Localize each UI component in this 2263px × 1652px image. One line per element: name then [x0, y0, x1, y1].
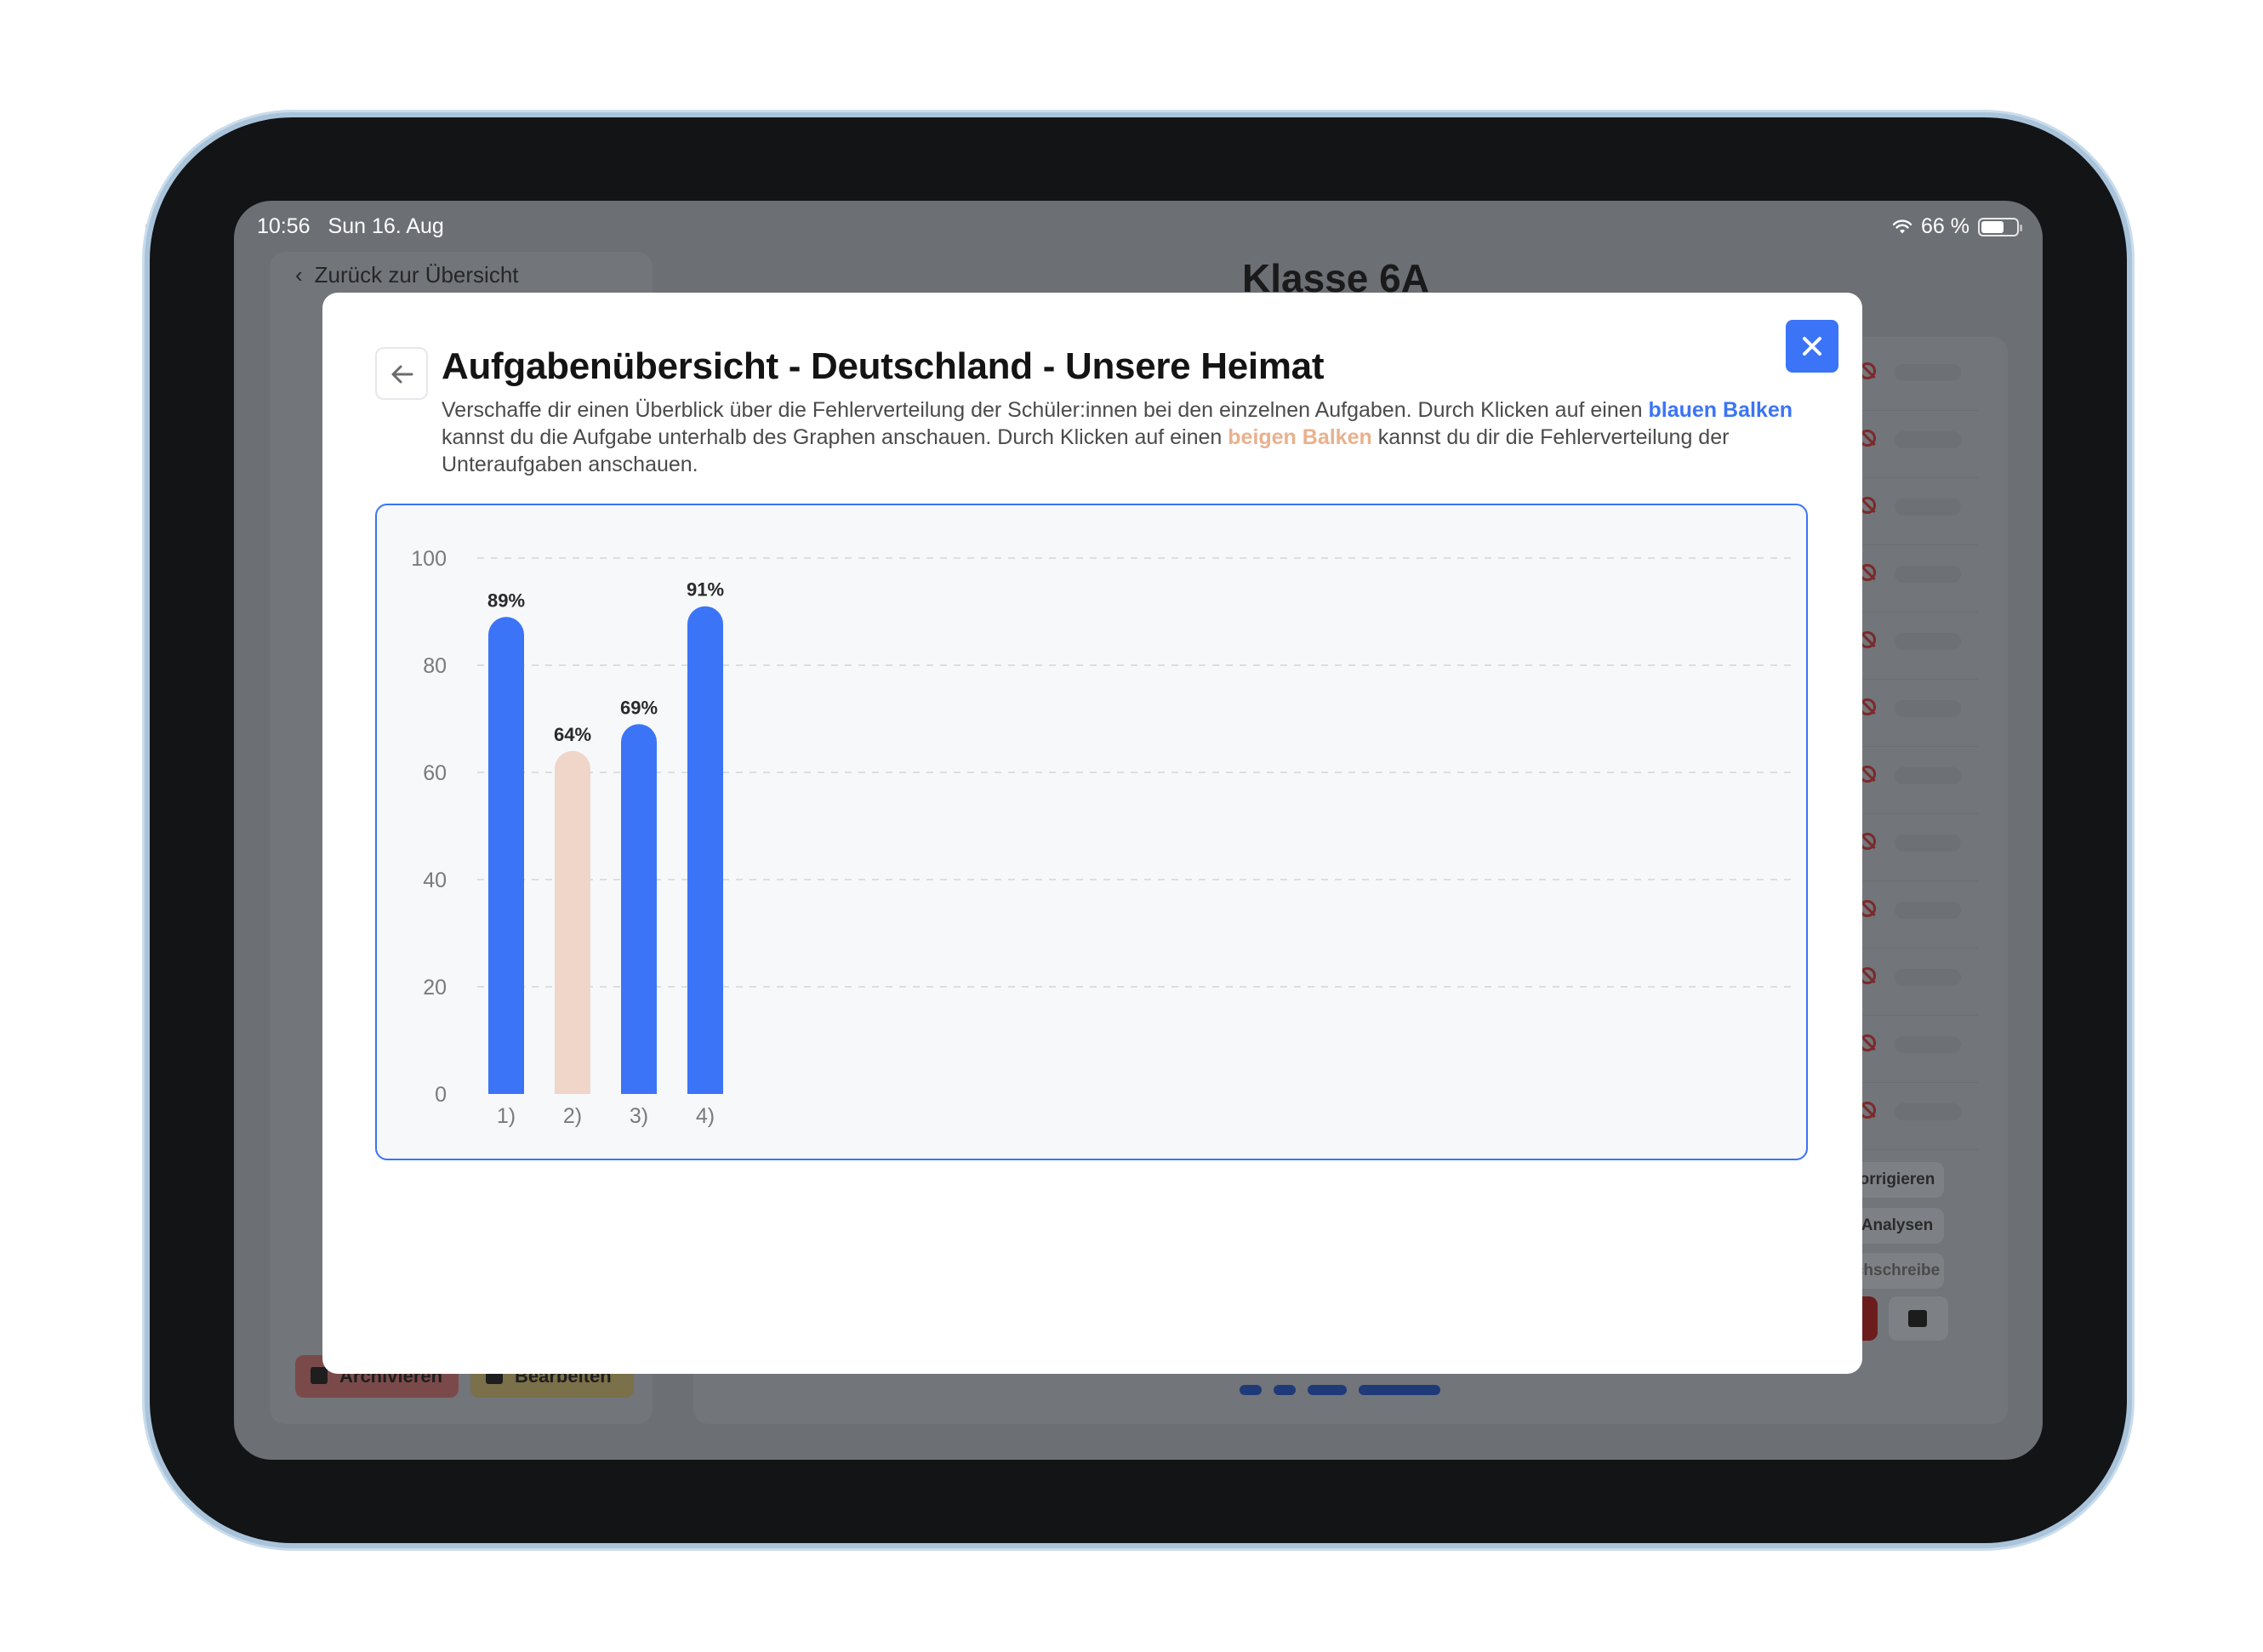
bar-task-3[interactable] [621, 724, 657, 1094]
task-overview-modal: Aufgabenübersicht - Deutschland - Unsere… [322, 293, 1862, 1374]
y-tick-label: 40 [423, 869, 447, 892]
modal-title: Aufgabenübersicht - Deutschland - Unsere… [442, 345, 1325, 387]
bg-row-pill [1895, 767, 1961, 784]
y-tick-label: 0 [435, 1083, 447, 1107]
bg-row-pill [1895, 364, 1961, 381]
close-button[interactable] [1786, 320, 1838, 373]
y-tick-label: 80 [423, 654, 447, 678]
bg-row-pill [1895, 969, 1961, 986]
bar-value-label: 69% [620, 697, 658, 718]
close-icon [1803, 337, 1821, 356]
back-button[interactable] [375, 347, 428, 400]
bar-task-1[interactable] [488, 617, 524, 1094]
status-date: Sun 16. Aug [328, 214, 444, 238]
battery-level [1981, 220, 2004, 233]
bg-analyses-button: Analysen [1850, 1208, 1944, 1244]
wifi-icon [1892, 219, 1912, 233]
bg-student-rows [1859, 344, 1978, 1150]
battery-icon [1978, 217, 2022, 236]
x-tick-label: 2) [563, 1104, 582, 1128]
status-bar: 10:56 Sun 16. Aug 66 % [234, 201, 2043, 253]
bar-task-4[interactable] [687, 606, 723, 1094]
bar-value-label: 91% [687, 579, 724, 601]
modal-description: Verschaffe dir einen Überblick über die … [442, 396, 1811, 478]
bg-row-pill [1895, 431, 1961, 448]
battery-percent: 66 % [1921, 214, 1969, 238]
desc-part2: kannst du die Aufgabe unterhalb des Grap… [442, 425, 1228, 449]
bg-write-button: chschreibe [1850, 1253, 1944, 1289]
x-tick-label: 3) [630, 1104, 648, 1128]
bg-student-row [1859, 411, 1978, 478]
tablet-screen: ‹ Zurück zur Übersicht Klasse 6A orrigier… [234, 201, 2043, 1460]
bg-student-row [1859, 612, 1978, 680]
bg-student-row [1859, 814, 1978, 881]
bg-student-row [1859, 680, 1978, 747]
y-tick-label: 60 [423, 761, 447, 785]
bg-row-pill [1895, 1036, 1961, 1053]
bg-student-row [1859, 545, 1978, 612]
bg-print-button [1889, 1296, 1948, 1341]
arrow-left-icon [391, 365, 413, 384]
error-distribution-chart: 0 20 40 60 80 100 89% 1) 64% 2) 69% 3) 91% 4) [375, 504, 1808, 1160]
bg-row-pill [1895, 700, 1961, 717]
bg-row-pill [1895, 902, 1961, 919]
x-tick-label: 4) [696, 1104, 715, 1128]
bar-chart-svg: 0 20 40 60 80 100 89% 1) 64% 2) 69% 3) 91% 4) [411, 547, 1798, 1128]
bg-back-link-label: Zurück zur Übersicht [314, 262, 519, 288]
bg-row-pill [1895, 835, 1961, 852]
bg-row-pill [1895, 1103, 1961, 1120]
archive-icon [311, 1367, 328, 1384]
desc-beige-bar-hint: beigen Balken [1228, 425, 1372, 449]
bg-student-row [1859, 344, 1978, 411]
x-tick-label: 1) [497, 1104, 516, 1128]
bg-student-row [1859, 1083, 1978, 1150]
bg-row-pill [1895, 633, 1961, 650]
y-tick-label: 100 [411, 547, 447, 571]
bg-student-row [1859, 948, 1978, 1016]
bg-row-pill [1895, 498, 1961, 516]
chevron-left-icon: ‹ [295, 262, 303, 288]
bg-student-row [1859, 881, 1978, 948]
desc-blue-bar-hint: blauen Balken [1648, 398, 1793, 422]
bg-back-link: ‹ Zurück zur Übersicht [295, 262, 519, 288]
bar-value-label: 64% [554, 724, 591, 745]
bg-correct-button: orrigieren [1850, 1162, 1944, 1198]
bar-task-2[interactable] [555, 750, 590, 1094]
printer-icon [1908, 1310, 1927, 1327]
status-time: 10:56 [257, 214, 311, 238]
bg-page-indicator [1240, 1385, 1440, 1395]
desc-part1: Verschaffe dir einen Überblick über die … [442, 398, 1649, 422]
bg-row-pill [1895, 566, 1961, 583]
bg-student-row [1859, 478, 1978, 545]
bg-student-row [1859, 747, 1978, 814]
bg-student-row [1859, 1016, 1978, 1083]
y-tick-label: 20 [423, 976, 447, 1000]
bar-value-label: 89% [487, 590, 525, 611]
